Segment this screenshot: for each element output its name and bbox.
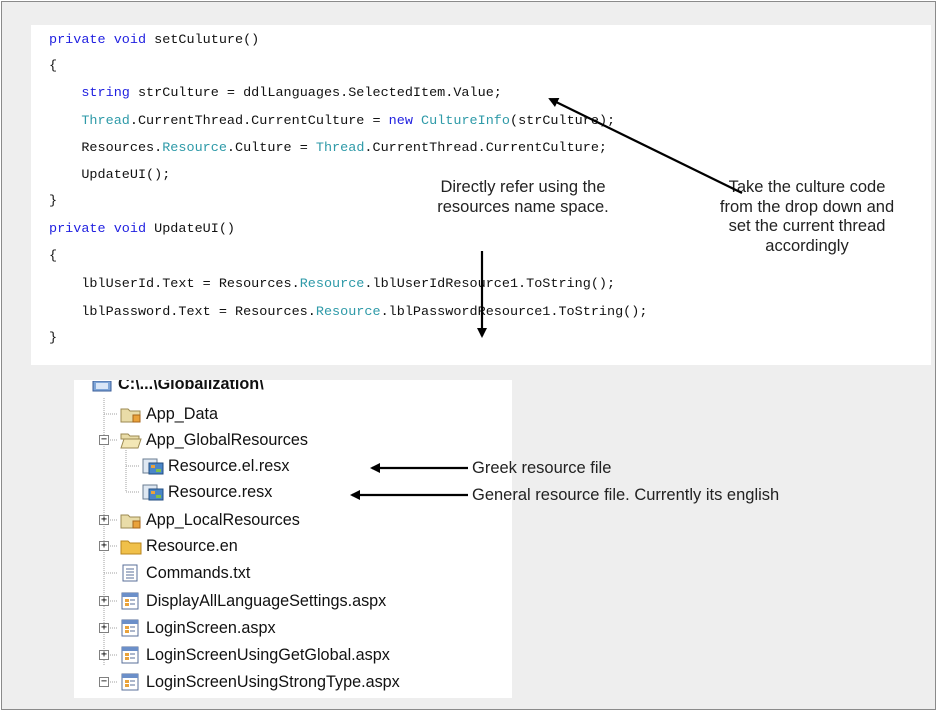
- code-line: Resources.Resource.Culture = Thread.Curr…: [49, 141, 607, 155]
- code-token: Resource: [315, 305, 381, 319]
- code-token: Resource: [299, 277, 365, 291]
- expand-icon[interactable]: +: [99, 596, 109, 606]
- code-line: UpdateUI();: [49, 168, 170, 182]
- text-file-icon: [120, 564, 142, 587]
- code-token: .lblUserIdResource1.ToString();: [364, 277, 616, 291]
- callout-line: from the drop down and: [719, 197, 895, 216]
- code-token: .CurrentThread.CurrentCulture;: [364, 141, 608, 155]
- tree-item-label[interactable]: LoginScreenUsingGetGlobal.aspx: [146, 645, 390, 665]
- tree-item-label[interactable]: Resource.en: [146, 536, 238, 556]
- tree-item-label[interactable]: Resource.el.resx: [168, 456, 289, 476]
- expand-icon[interactable]: +: [99, 515, 109, 525]
- code-token: UpdateUI();: [49, 168, 171, 182]
- code-token: .Culture =: [226, 141, 316, 155]
- code-token: {: [49, 249, 58, 263]
- code-line: private void setCuluture(): [49, 33, 259, 47]
- code-line: }: [49, 194, 57, 208]
- code-line: string strCulture = ddlLanguages.Selecte…: [49, 86, 502, 100]
- tree-item-label[interactable]: App_LocalResources: [146, 510, 300, 530]
- callout-line: Directly refer using the: [440, 178, 606, 196]
- code-token: lblUserId.Text = Resources.: [49, 277, 300, 291]
- callout-line: Take the culture code: [728, 178, 886, 196]
- code-token: setCuluture(): [146, 33, 260, 47]
- aspx-file-icon: [120, 592, 142, 615]
- code-token: lblPassword.Text = Resources.: [49, 305, 316, 319]
- expand-icon[interactable]: +: [99, 623, 109, 633]
- code-token: }: [49, 331, 58, 345]
- tree-item-label[interactable]: App_Data: [146, 404, 218, 424]
- callout-line: resources name space.: [437, 197, 609, 216]
- callout-take-culture: Take the culture code from the drop down…: [676, 178, 938, 256]
- code-line: {: [49, 59, 57, 73]
- collapse-icon[interactable]: −: [99, 677, 109, 687]
- aspx-file-icon: [120, 673, 142, 696]
- general-resource-label: General resource file. Currently its eng…: [472, 486, 780, 504]
- tree-item-label[interactable]: LoginScreen.aspx: [146, 618, 276, 638]
- solution-explorer-tree: C:\...\Globalization\ App_Data − App_Globa…: [74, 380, 512, 698]
- greek-resource-label: Greek resource file: [472, 459, 612, 477]
- code-line: Thread.CurrentThread.CurrentCulture = ne…: [49, 114, 615, 128]
- code-token: Thread: [81, 114, 130, 128]
- tree-root-label[interactable]: C:\...\Globalization\: [118, 380, 264, 394]
- code-token: Resources.: [49, 141, 163, 155]
- tree-item-label[interactable]: Commands.txt: [146, 563, 250, 583]
- callout-line: set the current thread: [728, 217, 886, 235]
- code-token: strCulture = ddlLanguages.SelectedItem.V…: [129, 86, 502, 100]
- code-token: private void: [49, 33, 147, 47]
- expand-icon[interactable]: +: [99, 650, 109, 660]
- tree-item-label[interactable]: DisplayAllLanguageSettings.aspx: [146, 591, 386, 611]
- code-token: .CurrentThread.CurrentCulture =: [129, 114, 389, 128]
- project-icon: [92, 380, 114, 392]
- aspx-file-icon: [120, 619, 142, 642]
- callout-line: accordingly: [765, 236, 849, 255]
- collapse-icon[interactable]: −: [99, 435, 109, 445]
- code-token: (strCulture);: [509, 114, 616, 128]
- code-line: {: [49, 249, 57, 263]
- code-token: private void: [49, 222, 147, 236]
- resource-file-icon: [142, 457, 164, 480]
- special-folder-icon: [120, 405, 142, 428]
- expand-icon[interactable]: +: [99, 541, 109, 551]
- tree-item-label[interactable]: App_GlobalResources: [146, 430, 308, 450]
- special-folder-icon: [120, 511, 142, 534]
- code-token: Resource: [162, 141, 227, 155]
- aspx-file-icon: [120, 646, 142, 669]
- code-token: .lblPasswordResource1.ToString();: [380, 305, 648, 319]
- code-token: new: [388, 114, 413, 128]
- code-token: string: [81, 86, 130, 100]
- code-token: Thread: [315, 141, 365, 155]
- code-line: private void UpdateUI(): [49, 222, 235, 236]
- folder-icon: [120, 537, 142, 560]
- tree-item-label[interactable]: Resource.resx: [168, 482, 272, 502]
- code-line: }: [49, 331, 57, 345]
- open-folder-icon: [120, 431, 142, 454]
- resource-file-icon: [142, 483, 164, 506]
- code-line: lblPassword.Text = Resources.Resource.lb…: [49, 305, 647, 319]
- code-token: CultureInfo: [421, 114, 510, 128]
- code-line: lblUserId.Text = Resources.Resource.lblU…: [49, 277, 615, 291]
- tree-item-label[interactable]: LoginScreenUsingStrongType.aspx: [146, 672, 400, 692]
- code-token: {: [49, 59, 58, 73]
- code-token: }: [49, 194, 58, 208]
- callout-directly-refer: Directly refer using the resources name …: [378, 178, 668, 217]
- code-token: UpdateUI(): [146, 222, 236, 236]
